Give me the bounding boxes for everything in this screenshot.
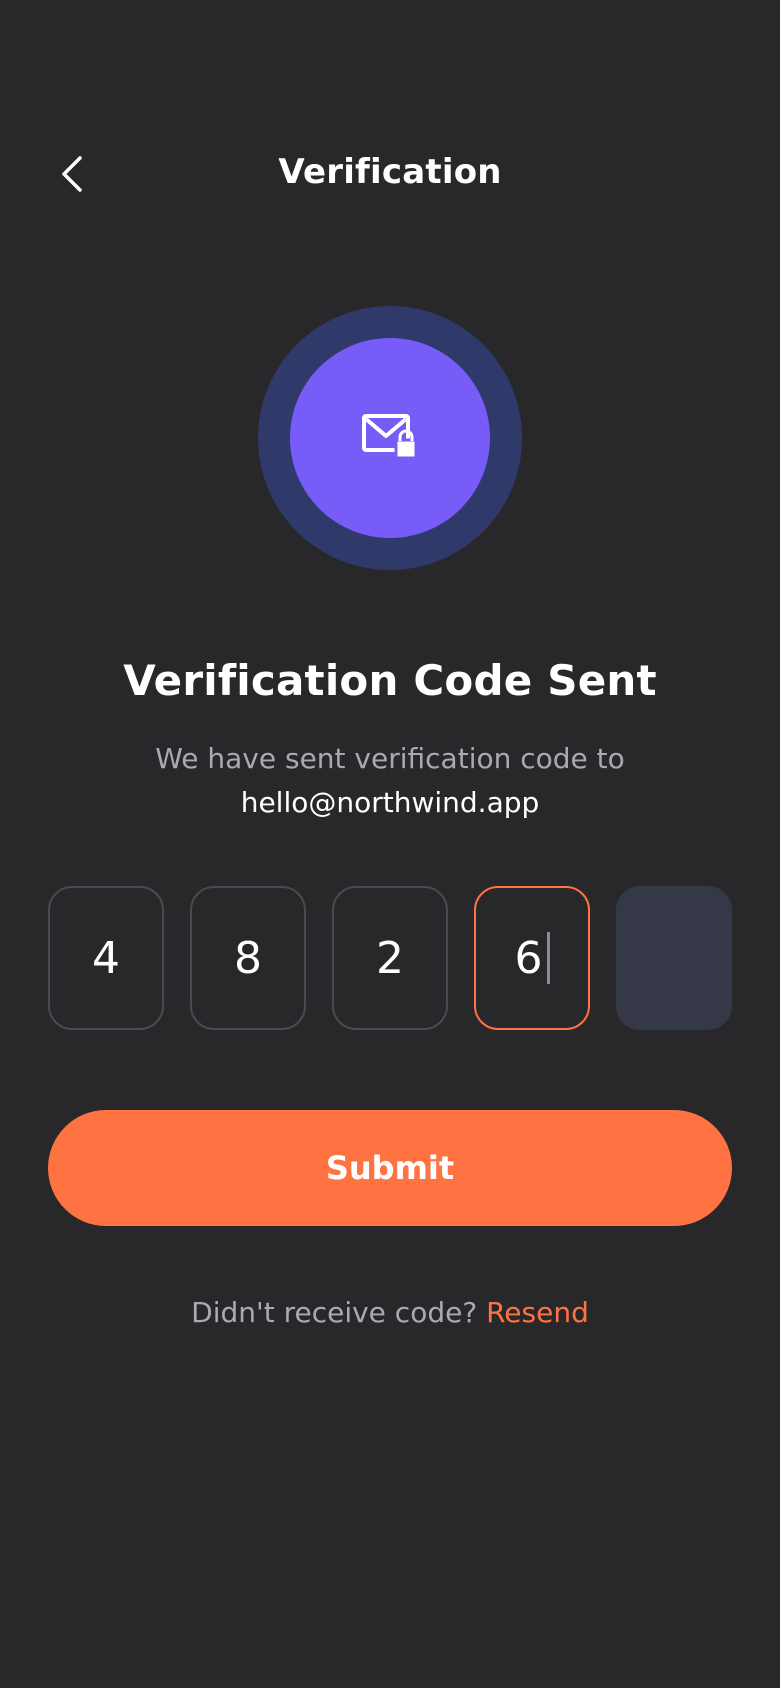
submit-button[interactable]: Submit: [48, 1110, 732, 1226]
otp-input-group: 4 8 2 6: [48, 886, 732, 1030]
subtitle: We have sent verification code to: [155, 742, 625, 775]
otp-digit-3[interactable]: 2: [332, 886, 448, 1030]
text-caret: [546, 932, 550, 984]
otp-digit-4[interactable]: 6: [474, 886, 590, 1030]
otp-digit-5[interactable]: [616, 886, 732, 1030]
resend-prompt: Didn't receive code?: [191, 1296, 478, 1329]
otp-digit-2[interactable]: 8: [190, 886, 306, 1030]
resend-link[interactable]: Resend: [486, 1296, 589, 1329]
header: Verification: [0, 140, 780, 210]
otp-digit-1[interactable]: 4: [48, 886, 164, 1030]
badge-inner-circle: [290, 338, 490, 538]
verification-badge: [258, 306, 522, 570]
otp-digit-4-value: 6: [514, 932, 543, 984]
page-title: Verification: [278, 152, 502, 192]
heading: Verification Code Sent: [123, 656, 657, 705]
verification-screen: Verification Verification Code Sent We h…: [0, 0, 780, 1688]
resend-row: Didn't receive code? Resend: [0, 1296, 780, 1329]
email-address: hello@northwind.app: [240, 786, 540, 819]
mail-lock-icon: [360, 410, 420, 466]
